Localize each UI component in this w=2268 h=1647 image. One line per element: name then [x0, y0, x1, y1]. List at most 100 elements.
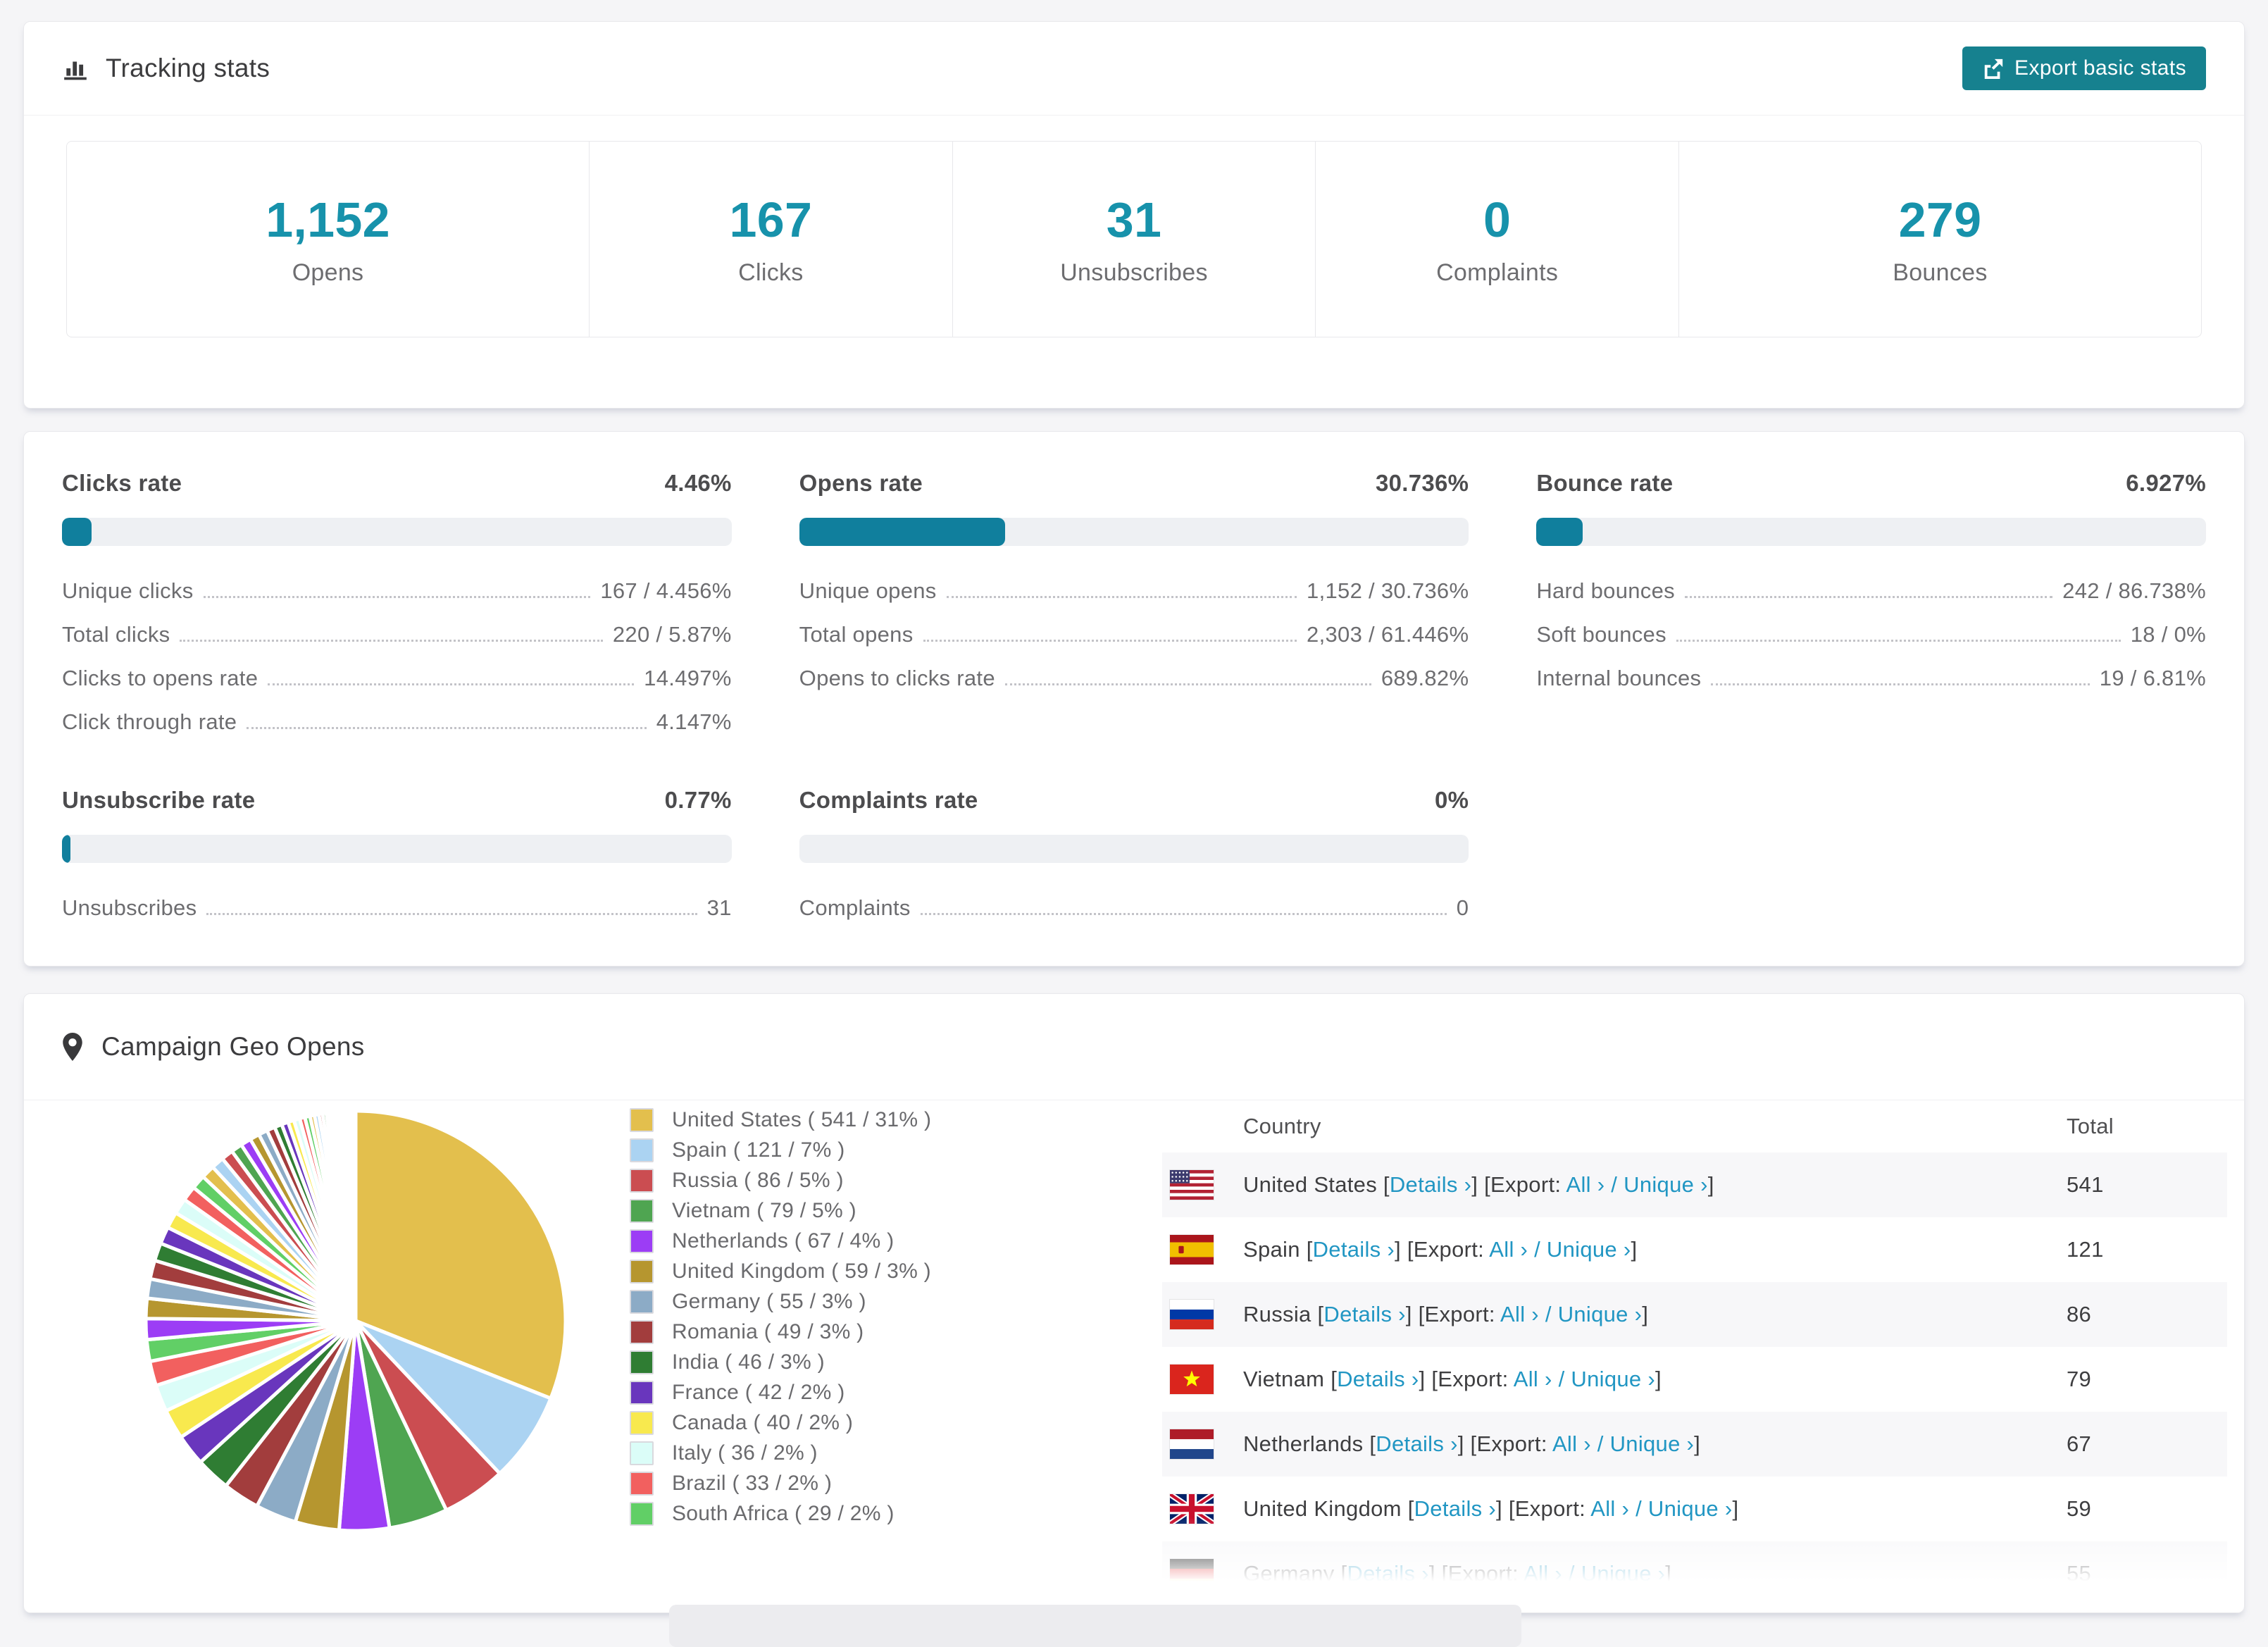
- export-all-link[interactable]: All ›: [1500, 1302, 1539, 1326]
- export-unique-link[interactable]: Unique ›: [1610, 1431, 1695, 1456]
- stat-label: Internal bounces: [1536, 666, 1702, 690]
- bracket: [: [1331, 1367, 1338, 1391]
- clicks-rate-block: Clicks rate 4.46% Unique clicks 167 / 4.456…: [62, 470, 732, 735]
- export-unique-link[interactable]: Unique ›: [1547, 1237, 1631, 1262]
- summary-label: Bounces: [1893, 259, 1988, 286]
- country-name: Vietnam: [1243, 1367, 1331, 1391]
- stat-value: 689.82%: [1381, 666, 1469, 690]
- export-all-link[interactable]: All ›: [1566, 1172, 1605, 1197]
- export-all-link[interactable]: All ›: [1524, 1561, 1562, 1586]
- export-unique-link[interactable]: Unique ›: [1581, 1561, 1666, 1586]
- stat-label: Clicks to opens rate: [62, 666, 258, 690]
- export-prefix: ] [Export:: [1405, 1302, 1501, 1326]
- dotted-leader: [268, 683, 635, 685]
- bracket: [: [1369, 1431, 1376, 1456]
- rate-percent: 30.736%: [1375, 470, 1469, 496]
- stat-value: 18 / 0%: [2130, 622, 2206, 647]
- header-divider: [24, 115, 2244, 116]
- de-flag-icon: [1169, 1558, 1214, 1589]
- export-prefix: ] [Export:: [1496, 1496, 1591, 1521]
- stat-label: Complaints: [799, 895, 911, 920]
- legend-label: United States ( 541 / 31% ): [672, 1107, 932, 1131]
- export-all-link[interactable]: All ›: [1489, 1237, 1528, 1262]
- rates-card: Clicks rate 4.46% Unique clicks 167 / 4.456…: [23, 431, 2245, 967]
- summary-label: Complaints: [1436, 259, 1559, 286]
- rate-title: Clicks rate: [62, 470, 182, 496]
- export-unique-link[interactable]: Unique ›: [1558, 1302, 1643, 1326]
- stat-value: 19 / 6.81%: [2099, 666, 2206, 690]
- stat-row: Complaints 0: [799, 895, 1469, 921]
- export-unique-link[interactable]: Unique ›: [1571, 1367, 1655, 1391]
- dotted-leader: [946, 596, 1297, 598]
- legend-item: Brazil ( 33 / 2% ): [630, 1468, 931, 1498]
- slash-separator: /: [1562, 1561, 1581, 1586]
- summary-value: 31: [1106, 192, 1162, 247]
- legend-label: Brazil ( 33 / 2% ): [672, 1471, 833, 1495]
- legend-label: Vietnam ( 79 / 5% ): [672, 1198, 856, 1222]
- bracket: ]: [1665, 1561, 1672, 1586]
- table-row: Vietnam [Details ›] [Export: All › / Uni…: [1162, 1347, 2227, 1412]
- details-link[interactable]: Details ›: [1347, 1561, 1428, 1586]
- stat-value: 0: [1456, 895, 1469, 920]
- details-link[interactable]: Details ›: [1313, 1237, 1395, 1262]
- stat-value: 2,303 / 61.446%: [1307, 622, 1469, 647]
- export-prefix: ] [Export:: [1457, 1431, 1552, 1456]
- summary-value: 0: [1483, 192, 1512, 247]
- legend-swatch-icon: [630, 1289, 654, 1314]
- rate-percent: 0%: [1435, 787, 1469, 813]
- summary-label: Clicks: [738, 259, 804, 286]
- details-link[interactable]: Details ›: [1337, 1367, 1419, 1391]
- export-all-link[interactable]: All ›: [1552, 1431, 1591, 1456]
- below-card-element: [669, 1605, 1521, 1647]
- table-row: United Kingdom [Details ›] [Export: All …: [1162, 1477, 2227, 1541]
- slash-separator: /: [1552, 1367, 1571, 1391]
- dotted-leader: [247, 727, 647, 729]
- summary-cell-bounces: 279 Bounces: [1679, 142, 2201, 337]
- legend-swatch-icon: [630, 1138, 654, 1162]
- us-flag-icon: [1169, 1169, 1214, 1200]
- export-all-link[interactable]: All ›: [1590, 1496, 1629, 1521]
- legend-swatch-icon: [630, 1410, 654, 1435]
- summary-cell-complaints: 0 Complaints: [1316, 142, 1679, 337]
- rate-percent: 4.46%: [664, 470, 732, 496]
- summary-value: 167: [729, 192, 813, 247]
- details-link[interactable]: Details ›: [1390, 1172, 1471, 1197]
- export-unique-link[interactable]: Unique ›: [1624, 1172, 1708, 1197]
- stat-row: Total opens 2,303 / 61.446%: [799, 622, 1469, 647]
- legend-label: India ( 46 / 3% ): [672, 1350, 825, 1374]
- legend-item: Spain ( 121 / 7% ): [630, 1135, 931, 1165]
- bracket: ]: [1642, 1302, 1649, 1326]
- stat-value: 242 / 86.738%: [2062, 578, 2206, 603]
- complaints-rate-block: Complaints rate 0% Complaints 0: [799, 787, 1469, 921]
- vn-flag-icon: [1169, 1364, 1214, 1395]
- legend-label: South Africa ( 29 / 2% ): [672, 1501, 895, 1525]
- export-basic-stats-button[interactable]: Export basic stats: [1962, 46, 2206, 90]
- geo-opens-title: Campaign Geo Opens: [101, 1032, 365, 1061]
- geo-opens-pie-chart: [127, 1092, 585, 1550]
- stat-label: Total clicks: [62, 622, 170, 647]
- table-row: United States [Details ›] [Export: All ›…: [1162, 1152, 2227, 1217]
- legend-swatch-icon: [630, 1319, 654, 1344]
- legend-item: India ( 46 / 3% ): [630, 1347, 931, 1377]
- map-pin-icon: [62, 1033, 83, 1061]
- stat-row: Opens to clicks rate 689.82%: [799, 666, 1469, 691]
- export-unique-link[interactable]: Unique ›: [1648, 1496, 1733, 1521]
- stat-value: 220 / 5.87%: [612, 622, 732, 647]
- stat-label: Total opens: [799, 622, 914, 647]
- details-link[interactable]: Details ›: [1376, 1431, 1457, 1456]
- dotted-leader: [1684, 596, 2053, 598]
- total-cell: 59: [2067, 1496, 2092, 1521]
- total-cell: 86: [2067, 1302, 2092, 1326]
- rate-progress-bar: [1536, 518, 2206, 546]
- export-all-link[interactable]: All ›: [1514, 1367, 1552, 1391]
- stat-row: Unique opens 1,152 / 30.736%: [799, 578, 1469, 604]
- details-link[interactable]: Details ›: [1323, 1302, 1405, 1326]
- legend-item: France ( 42 / 2% ): [630, 1377, 931, 1407]
- legend-item: Netherlands ( 67 / 4% ): [630, 1226, 931, 1256]
- details-link[interactable]: Details ›: [1414, 1496, 1496, 1521]
- slash-separator: /: [1538, 1302, 1558, 1326]
- legend-label: United Kingdom ( 59 / 3% ): [672, 1259, 931, 1283]
- country-name: Spain: [1243, 1237, 1307, 1262]
- export-prefix: ] [Export:: [1471, 1172, 1566, 1197]
- stat-value: 14.497%: [644, 666, 732, 690]
